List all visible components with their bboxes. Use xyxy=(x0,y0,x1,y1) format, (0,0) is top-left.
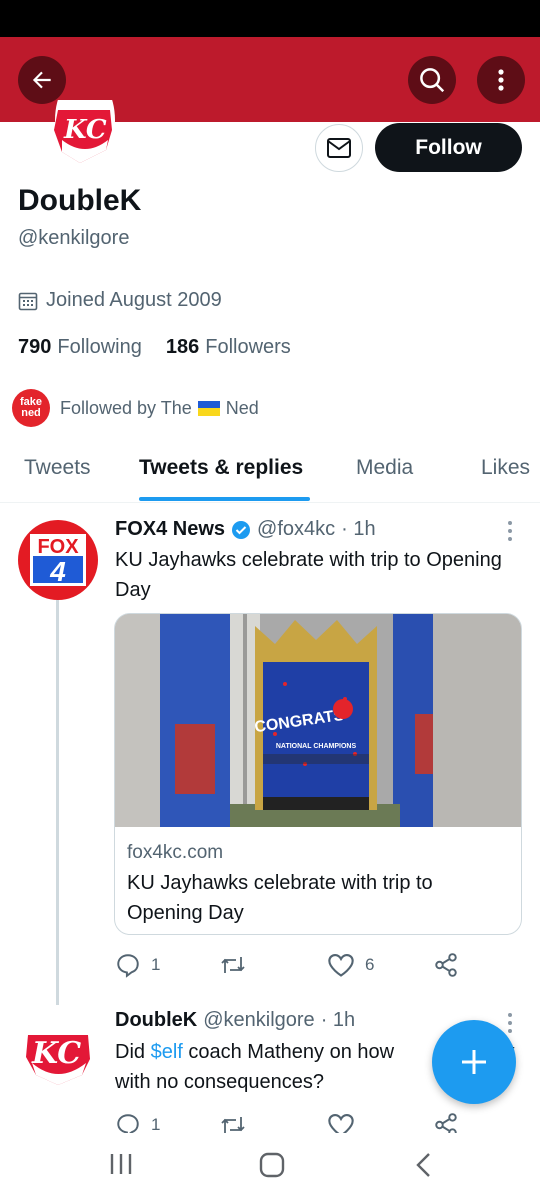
tweet-author-name[interactable]: FOX4 News xyxy=(115,518,225,541)
calendar-icon xyxy=(18,292,38,310)
share-icon xyxy=(435,1113,457,1133)
link-card[interactable]: CONGRATS NATIONAL CHAMPIONS fox4kc.com K… xyxy=(114,613,522,935)
fox4-logo-number: 4 xyxy=(49,556,66,587)
followed-by[interactable]: fake ned Followed by The Ned xyxy=(12,389,259,427)
tweet-time: · 1h xyxy=(341,518,376,540)
profile-display-name: DoubleK xyxy=(18,184,142,217)
followers-label: Followers xyxy=(205,336,291,358)
followed-by-avatar: fake ned xyxy=(12,389,50,427)
tab-tweets[interactable]: Tweets xyxy=(24,456,91,480)
svg-text:KC: KC xyxy=(63,115,107,145)
kc-logo-icon: KC xyxy=(54,100,115,167)
followed-by-text: Followed by The Ned xyxy=(60,398,259,419)
following-link[interactable]: 790 Following xyxy=(18,336,142,359)
thread-line xyxy=(56,600,59,1005)
tab-tweets-replies[interactable]: Tweets & replies xyxy=(139,456,303,480)
tweet-author-handle[interactable]: @fox4kc xyxy=(257,518,335,541)
doublek-avatar[interactable]: KC xyxy=(18,1013,98,1093)
like-button[interactable] xyxy=(327,1112,355,1133)
card-screen-sub-text: NATIONAL CHAMPIONS xyxy=(276,743,357,750)
envelope-icon xyxy=(327,138,351,158)
back-nav-button[interactable] xyxy=(412,1151,436,1184)
back-chevron-icon xyxy=(416,1153,430,1177)
active-tab-indicator xyxy=(139,497,310,501)
tweet-time: · 1h xyxy=(320,1009,356,1031)
reply-button[interactable]: 1 xyxy=(115,1112,160,1133)
reply-count: 1 xyxy=(151,1115,161,1133)
joined-text: Joined August 2009 xyxy=(46,289,222,311)
tweet-header: DoubleK @kenkilgore · 1h xyxy=(115,1009,355,1032)
following-label: Following xyxy=(57,336,142,358)
heart-icon xyxy=(328,1114,354,1133)
tweet-text-suffix: coach Matheny on how xyxy=(182,1041,395,1063)
share-icon xyxy=(435,953,457,977)
retweet-icon xyxy=(221,957,245,973)
joined-date: Joined August 2009 xyxy=(18,289,222,312)
tweet-text: KU Jayhawks celebrate with trip to Openi… xyxy=(115,549,502,601)
system-nav-bar xyxy=(0,1133,540,1200)
home-button[interactable] xyxy=(258,1151,286,1184)
profile-handle: @kenkilgore xyxy=(18,227,130,249)
profile-avatar[interactable]: KC xyxy=(10,100,120,168)
cashtag-link[interactable]: $elf xyxy=(151,1041,183,1063)
fox4-logo-top-text: FOX xyxy=(37,536,79,558)
verified-badge-icon xyxy=(232,520,251,539)
followers-count: 186 xyxy=(165,336,200,358)
kc-logo-icon: KC xyxy=(20,1015,96,1091)
follow-button[interactable]: Follow xyxy=(375,123,522,172)
retweet-icon xyxy=(221,1117,245,1133)
search-icon xyxy=(420,68,445,93)
home-icon xyxy=(259,1152,285,1178)
tab-media[interactable]: Media xyxy=(356,456,413,480)
fox4-avatar[interactable]: FOX 4 xyxy=(18,520,98,600)
share-button[interactable] xyxy=(433,1112,459,1133)
share-button[interactable] xyxy=(433,952,459,978)
card-domain: fox4kc.com xyxy=(127,842,224,863)
more-options-button[interactable] xyxy=(477,56,525,104)
tweet-author-handle[interactable]: @kenkilgore xyxy=(203,1009,314,1032)
back-button[interactable] xyxy=(18,56,66,104)
more-vertical-icon xyxy=(498,69,504,91)
tweet-actions: 1 xyxy=(115,1112,505,1133)
tweet-author-name[interactable]: DoubleK xyxy=(115,1009,197,1032)
arrow-left-icon xyxy=(32,71,51,89)
card-title: KU Jayhawks celebrate with trip to Openi… xyxy=(127,872,433,924)
like-button[interactable]: 6 xyxy=(327,952,374,978)
like-count: 6 xyxy=(365,955,375,974)
followed-by-avatar-bottom: ned xyxy=(21,407,41,419)
follow-stats: 790 Following 186 Followers xyxy=(18,336,291,359)
search-button[interactable] xyxy=(408,56,456,104)
followed-by-suffix: Ned xyxy=(225,397,259,418)
following-count: 790 xyxy=(18,336,52,358)
followers-link[interactable]: 186 Followers xyxy=(166,336,291,359)
plus-icon xyxy=(462,1050,486,1074)
status-bar xyxy=(0,0,540,37)
compose-tweet-button[interactable] xyxy=(432,1020,516,1104)
tweet-text-prefix: Did xyxy=(115,1041,151,1063)
reply-icon xyxy=(117,954,139,978)
svg-text:KC: KC xyxy=(31,1036,81,1071)
recents-icon xyxy=(110,1154,132,1174)
message-button[interactable] xyxy=(315,124,363,172)
tab-likes[interactable]: Likes xyxy=(481,456,530,480)
tweet-actions: 1 6 xyxy=(115,952,505,982)
recents-button[interactable] xyxy=(108,1151,134,1182)
card-image: CONGRATS NATIONAL CHAMPIONS xyxy=(115,614,521,827)
retweet-button[interactable] xyxy=(219,1112,247,1133)
followed-by-prefix: Followed by The xyxy=(60,397,192,418)
reply-icon xyxy=(117,1114,139,1133)
tweet-text-line2: with no consequences? xyxy=(115,1071,325,1093)
ukraine-flag-icon xyxy=(197,400,220,416)
reply-count: 1 xyxy=(151,955,161,974)
profile-tabs: Tweets Tweets & replies Media Likes xyxy=(0,440,540,503)
fox4-logo-icon: FOX 4 xyxy=(30,534,86,587)
reply-button[interactable]: 1 xyxy=(115,952,160,978)
heart-icon xyxy=(328,954,354,977)
tweet-more-button[interactable] xyxy=(504,521,516,541)
tweet-header: FOX4 News @fox4kc · 1h xyxy=(115,518,376,541)
retweet-button[interactable] xyxy=(219,952,257,978)
tweet-more-button[interactable] xyxy=(504,1013,516,1033)
